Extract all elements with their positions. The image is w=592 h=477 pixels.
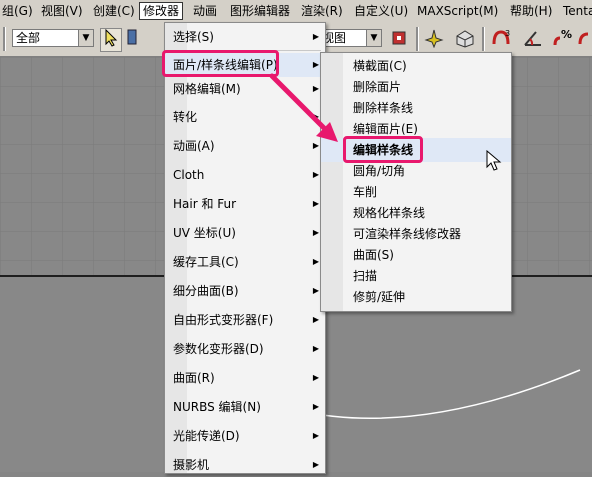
snaps-toggle-icon[interactable]: 3 [490, 28, 510, 50]
percent-snap-icon[interactable]: % [552, 28, 572, 50]
menu-item-uv-coordinates[interactable]: UV 坐标(U) ▶ [165, 221, 325, 245]
reference-coordinate-dropdown[interactable]: 视图 ▼ [318, 29, 382, 47]
selection-filter-value: 全部 [16, 31, 41, 45]
mouse-cursor-icon [486, 150, 502, 171]
menu-group[interactable]: 组(G) [0, 3, 36, 19]
menu-animation[interactable]: 动画 [190, 3, 220, 19]
menu-graph-editors[interactable]: 图形编辑器 [227, 3, 293, 19]
keyboard-shortcut-override-icon[interactable] [454, 28, 474, 50]
menu-item-surface[interactable]: 曲面(R) ▶ [165, 366, 325, 390]
submenu-arrow-icon: ▶ [312, 344, 319, 353]
menu-views[interactable]: 视图(V) [38, 3, 86, 19]
menu-item-subdivision-surfaces[interactable]: 细分曲面(B) ▶ [165, 279, 325, 303]
menu-item-parametric-deformers[interactable]: 参数化变形器(D) ▶ [165, 337, 325, 361]
svg-text:3: 3 [505, 29, 510, 38]
pivot-center-icon[interactable] [390, 28, 410, 50]
select-cursor-icon[interactable] [100, 28, 122, 52]
menu-create[interactable]: 创建(C) [90, 3, 138, 19]
submenu-arrow-icon: ▶ [312, 228, 319, 237]
angle-snap-icon[interactable] [522, 28, 542, 50]
menu-modifiers[interactable]: 修改器 [139, 2, 184, 20]
chevron-down-icon[interactable]: ▼ [78, 30, 93, 46]
menu-item-cloth[interactable]: Cloth ▶ [165, 163, 325, 187]
menu-item-mesh-editing[interactable]: 网格编辑(M) ▶ [165, 77, 325, 101]
submenu-arrow-icon: ▶ [312, 315, 319, 324]
chevron-down-icon[interactable]: ▼ [366, 30, 381, 46]
toolbar-separator [482, 27, 485, 51]
submenu-arrow-icon: ▶ [312, 460, 319, 469]
menu-help[interactable]: 帮助(H) [507, 3, 555, 19]
menu-item-conversion[interactable]: 转化 ▶ [165, 105, 325, 129]
submenu-arrow-icon: ▶ [312, 431, 319, 440]
menu-tentacles[interactable]: Tenta [560, 3, 592, 19]
patch-spline-submenu: 横截面(C) 删除面片 删除样条线 编辑面片(E) 编辑样条线 圆角/切角 车削… [320, 52, 512, 312]
menu-customize[interactable]: 自定义(U) [351, 3, 411, 19]
menu-item-free-form-deformers[interactable]: 自由形式变形器(F) ▶ [165, 308, 325, 332]
submenu-arrow-icon: ▶ [312, 402, 319, 411]
submenu-arrow-icon: ▶ [312, 199, 319, 208]
menu-item-radiosity[interactable]: 光能传递(D) ▶ [165, 424, 325, 448]
submenu-arrow-icon: ▶ [312, 141, 319, 150]
menu-item-animation[interactable]: 动画(A) ▶ [165, 134, 325, 158]
menu-item-trim-extend[interactable]: 修剪/延伸 [321, 285, 511, 309]
selection-filter-dropdown[interactable]: 全部 ▼ [12, 29, 94, 47]
menu-item-nurbs-editing[interactable]: NURBS 编辑(N) ▶ [165, 395, 325, 419]
modifiers-menu: 选择(S) ▶ 面片/样条线编辑(P) ▶ 网格编辑(M) ▶ 转化 ▶ 动画(A) ▶ … [164, 22, 326, 474]
menu-item-selection[interactable]: 选择(S) ▶ [165, 25, 325, 49]
submenu-arrow-icon: ▶ [312, 170, 319, 179]
menu-item-cameras[interactable]: 摄影机 ▶ [165, 453, 325, 477]
svg-text:%: % [561, 28, 572, 41]
submenu-arrow-icon: ▶ [312, 32, 319, 41]
submenu-arrow-icon: ▶ [312, 112, 319, 121]
menu-item-hair-and-fur[interactable]: Hair 和 Fur ▶ [165, 192, 325, 216]
menu-maxscript[interactable]: MAXScript(M) [414, 3, 501, 19]
menu-item-cache-tools[interactable]: 缓存工具(C) ▶ [165, 250, 325, 274]
select-region-icon[interactable] [126, 28, 138, 50]
select-and-manipulate-icon[interactable] [424, 28, 444, 50]
toolbar-separator [416, 27, 419, 51]
menu-rendering[interactable]: 渲染(R) [298, 3, 346, 19]
submenu-arrow-icon: ▶ [312, 84, 319, 93]
submenu-arrow-icon: ▶ [312, 373, 319, 382]
submenu-arrow-icon: ▶ [312, 286, 319, 295]
spinner-snap-icon[interactable] [576, 28, 592, 50]
submenu-arrow-icon: ▶ [312, 257, 319, 266]
menu-bar: 组(G) 视图(V) 创建(C) 修改器 动画 图形编辑器 渲染(R) 自定义(… [0, 0, 592, 23]
highlight-box-patch-spline [162, 50, 279, 77]
submenu-arrow-icon: ▶ [312, 60, 319, 69]
toolbar-separator [3, 27, 6, 51]
highlight-box-edit-spline [343, 136, 423, 163]
